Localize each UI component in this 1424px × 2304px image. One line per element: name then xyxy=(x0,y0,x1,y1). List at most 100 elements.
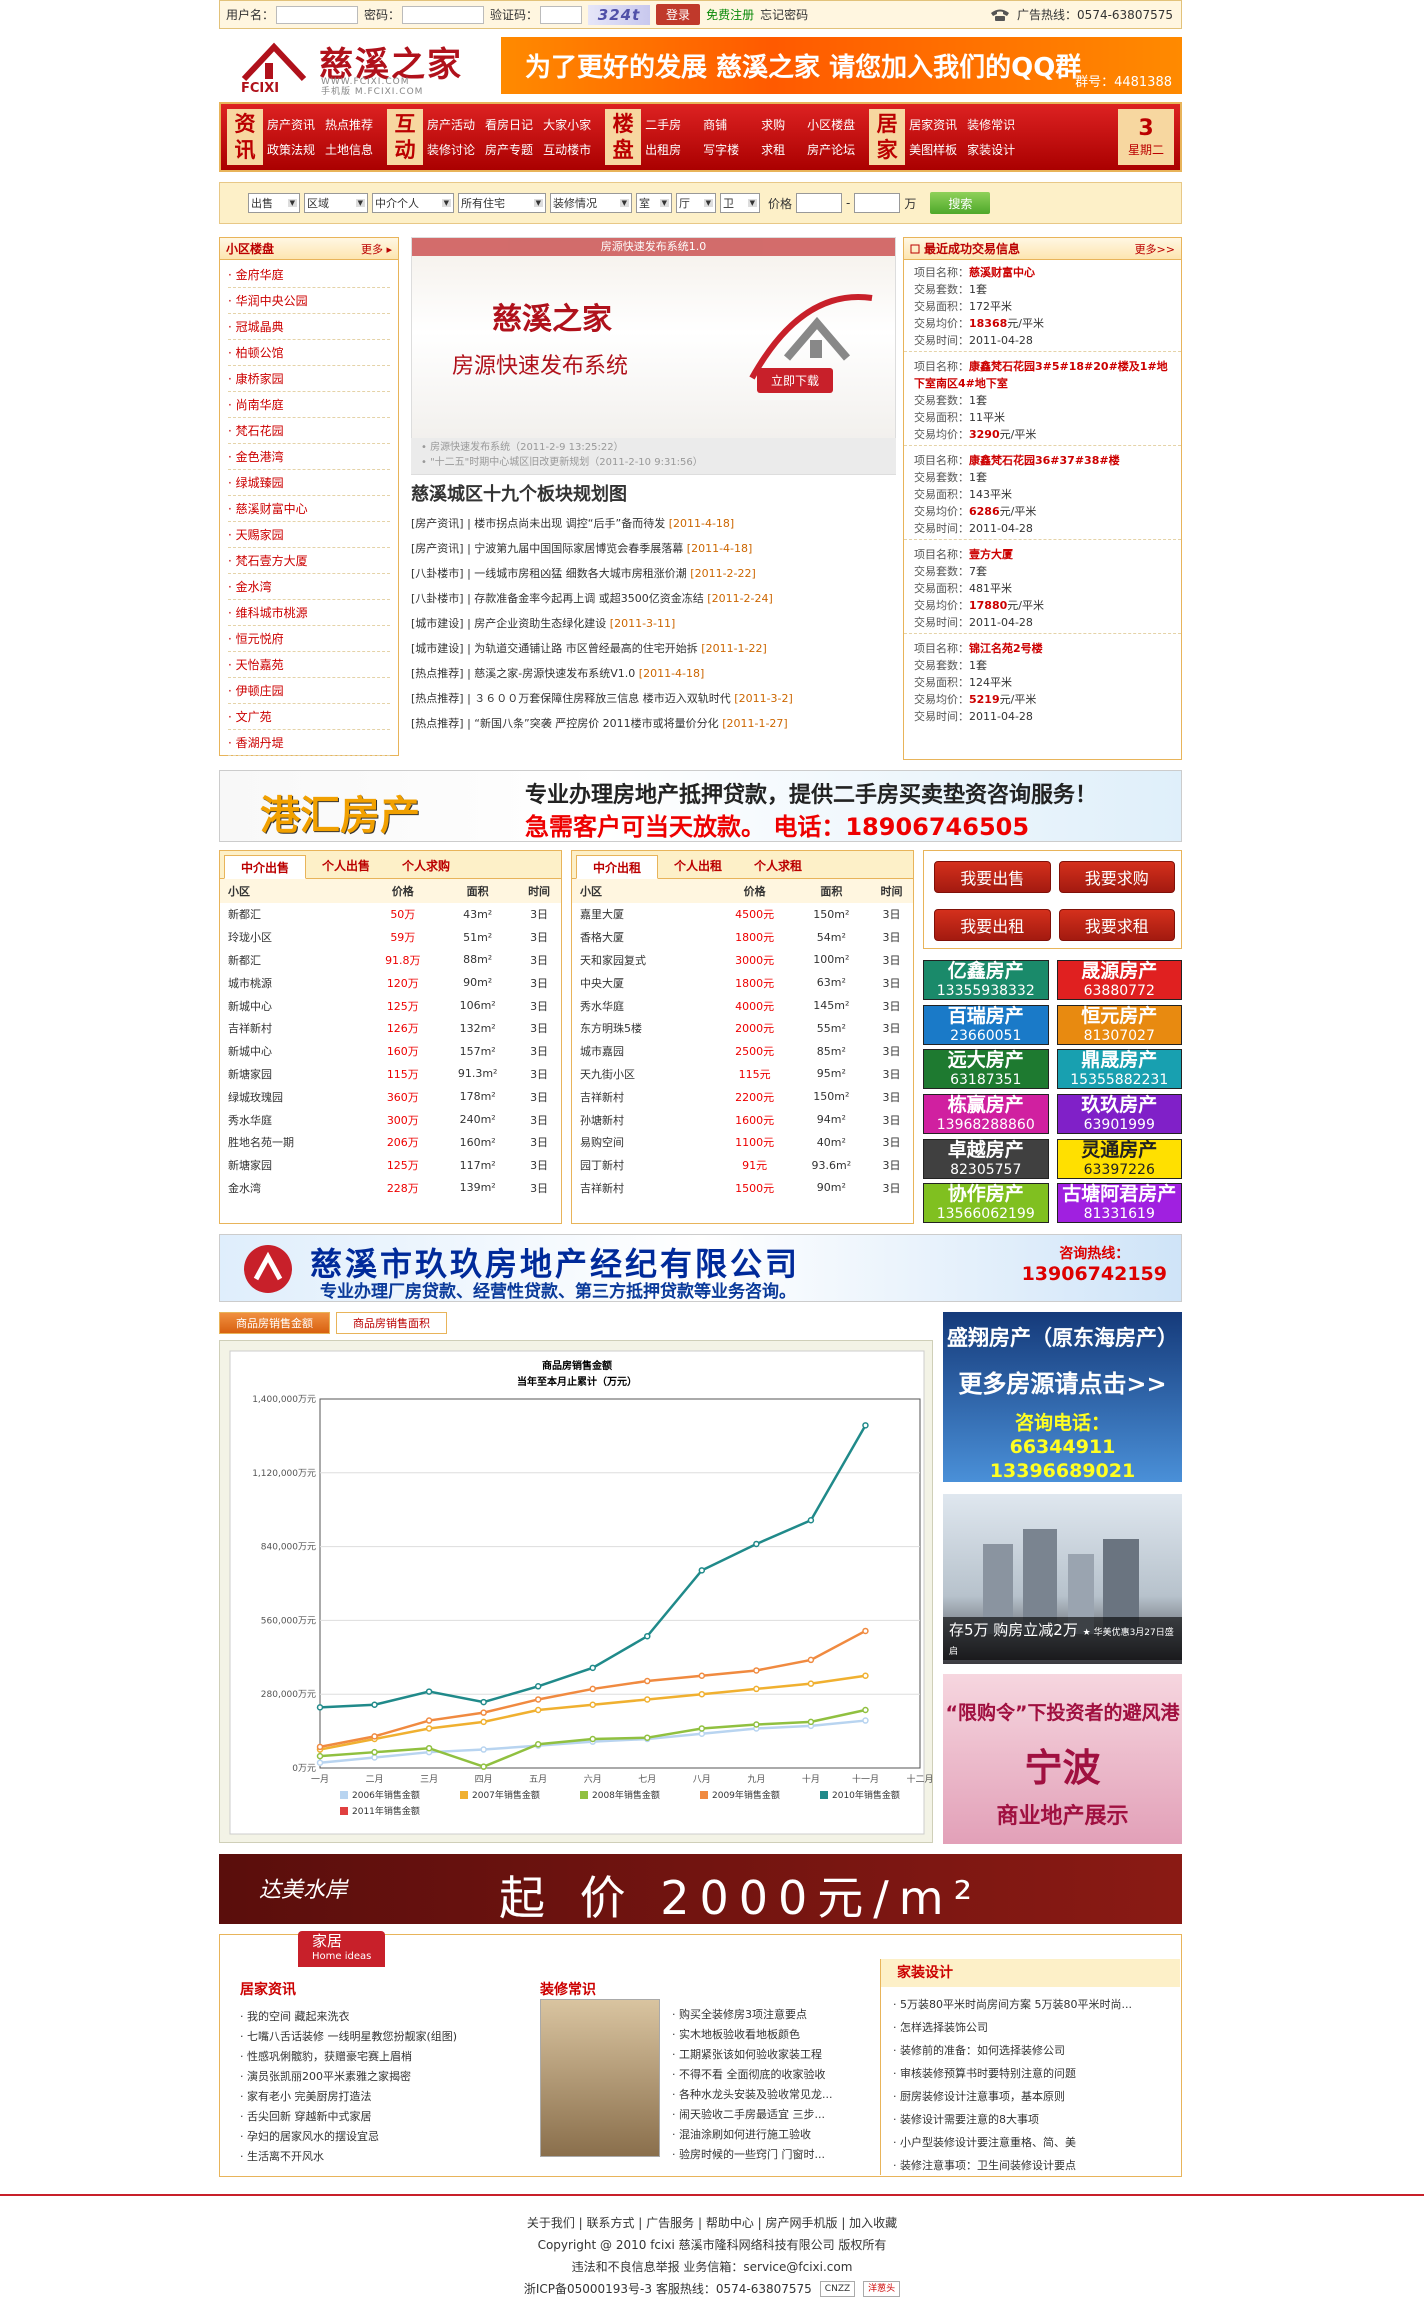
table-row[interactable]: 天和家园复式 3000元 100m² 3日 xyxy=(572,949,913,972)
estate-list-item[interactable]: 梵石花园 xyxy=(228,418,390,444)
tab-personal-buy[interactable]: 个人求购 xyxy=(386,854,466,878)
rent-seek-button[interactable]: 我要求租 xyxy=(1058,908,1175,941)
interior-image[interactable] xyxy=(540,1999,660,2157)
table-row[interactable]: 新城中心 125万 106m² 3日 xyxy=(220,994,561,1017)
cell-estate[interactable]: 东方明珠5楼 xyxy=(572,1017,717,1040)
nav-cat-home[interactable]: 居家 xyxy=(869,109,906,165)
cell-estate[interactable]: 新塘家园 xyxy=(220,1063,367,1086)
news-text[interactable]: 为轨道交通铺让路 市区曾经最高的住宅开始拆 xyxy=(474,642,698,655)
ningbo-commercial-ad[interactable]: “限购令”下投资者的避风港 宁波 商业地产展示 xyxy=(943,1674,1182,1844)
price-max-input[interactable] xyxy=(854,193,901,213)
nav-item[interactable]: 看房日记 xyxy=(485,116,533,133)
table-row[interactable]: 城市嘉园 2500元 85m² 3日 xyxy=(572,1040,913,1063)
news-item[interactable]: [八卦楼市] | 一线城市房租凶猛 细数各大城市房租涨价潮 [2011-2-22… xyxy=(411,561,896,586)
deals-more-link[interactable]: 更多>> xyxy=(1135,241,1175,257)
nav-item[interactable]: 大家小家 xyxy=(543,116,591,133)
footer-links[interactable]: 关于我们 | 联系方式 | 广告服务 | 帮助中心 | 房产网手机版 | 加入收… xyxy=(0,2212,1424,2234)
table-row[interactable]: 胜地名苑一期 206万 160m² 3日 xyxy=(220,1131,561,1154)
home-list-item[interactable]: 不得不看 全面彻底的收家验收 xyxy=(672,2065,833,2085)
estate-list-item[interactable]: 香湖丹堤 xyxy=(228,730,390,756)
agent-select[interactable]: 中介个人 xyxy=(372,193,454,213)
home-list-item[interactable]: 舌尖回新 穿越新中式家居 xyxy=(240,2107,457,2127)
cnzz-badge[interactable]: CNZZ xyxy=(819,2281,856,2297)
home-list-item[interactable]: 家有老小 完美厨房打造法 xyxy=(240,2087,457,2107)
home-list-item[interactable]: 各种水龙头安装及验收常见龙... xyxy=(672,2085,833,2105)
estate-list-item[interactable]: 金色港湾 xyxy=(228,444,390,470)
cell-estate[interactable]: 天九街小区 xyxy=(572,1063,717,1086)
cell-estate[interactable]: 吉祥新村 xyxy=(220,1017,367,1040)
table-row[interactable]: 新城中心 160万 157m² 3日 xyxy=(220,1040,561,1063)
agent-badge[interactable]: 恒元房产 81307027 xyxy=(1056,1004,1182,1045)
home-list-item[interactable]: 闹天验收二手房最适宜 三步... xyxy=(672,2105,833,2125)
room-select[interactable]: 室 xyxy=(636,193,672,213)
cell-estate[interactable]: 绿城玫瑰园 xyxy=(220,1085,367,1108)
home-list-item[interactable]: 装修注意事项：卫生间装修设计要点 xyxy=(893,2154,1180,2177)
news-text[interactable]: 慈溪之家-房源快速发布系统V1.0 xyxy=(474,667,635,680)
nav-item[interactable]: 求购 xyxy=(761,116,785,133)
home-list-item[interactable]: 怎样选择装饰公司 xyxy=(893,2016,1180,2039)
agent-badge[interactable]: 灵通房产 63397226 xyxy=(1056,1138,1182,1179)
nav-item[interactable]: 政策法规 xyxy=(267,141,315,158)
estate-list-item[interactable]: 康桥家园 xyxy=(228,366,390,392)
agent-badge[interactable]: 百瑞房产 23660051 xyxy=(923,1004,1049,1045)
deal-name[interactable]: 慈溪财富中心 xyxy=(969,266,1035,279)
building-ad[interactable]: 存5万 购房立减2万 ★ 华美优惠3月27日盛启 xyxy=(943,1494,1182,1664)
cell-estate[interactable]: 香格大厦 xyxy=(572,926,717,949)
nav-item[interactable]: 互动楼市 xyxy=(543,141,591,158)
yangcongtou-badge[interactable]: 洋葱头 xyxy=(863,2281,901,2297)
agent-badge[interactable]: 卓越房产 82305757 xyxy=(923,1138,1049,1179)
table-row[interactable]: 孙塘新村 1600元 94m² 3日 xyxy=(572,1108,913,1131)
cell-estate[interactable]: 嘉里大厦 xyxy=(572,903,717,926)
site-logo[interactable]: FCIXI 慈溪之家 WWW.FCIXI.COM 手机版 M.FCIXI.COM xyxy=(239,35,489,97)
cell-estate[interactable]: 金水湾 xyxy=(220,1177,367,1200)
download-button[interactable]: 立即下载 xyxy=(757,368,834,393)
cell-estate[interactable]: 中央大厦 xyxy=(572,971,717,994)
nav-item[interactable]: 土地信息 xyxy=(325,141,373,158)
table-row[interactable]: 新塘家园 115万 91.3m² 3日 xyxy=(220,1063,561,1086)
search-button[interactable]: 搜索 xyxy=(930,192,991,214)
sell-button[interactable]: 我要出售 xyxy=(934,861,1051,893)
table-row[interactable]: 园丁新村 91元 93.6m² 3日 xyxy=(572,1154,913,1177)
home-list-item[interactable]: 5万装80平米时尚房间方案 5万装80平米时尚... xyxy=(893,1993,1180,2016)
agent-badge[interactable]: 亿鑫房产 13355938332 xyxy=(923,960,1049,1000)
cell-estate[interactable]: 秀水华庭 xyxy=(572,994,717,1017)
nav-cat-property[interactable]: 楼盘 xyxy=(605,109,642,165)
tab-personal-seek[interactable]: 个人求租 xyxy=(738,854,818,878)
ganghui-banner[interactable]: 港汇房产 专业办理房地产抵押贷款，提供二手房买卖垫资咨询服务！ 急需客户可当天放… xyxy=(219,770,1182,842)
agent-badge[interactable]: 栋赢房产 13968288860 xyxy=(923,1093,1049,1134)
nav-item[interactable]: 写字楼 xyxy=(703,141,739,158)
strip-item[interactable]: • 房源快速发布系统（2011-2-9 13:25:22） xyxy=(421,440,886,455)
nav-cat-interact[interactable]: 互动 xyxy=(387,109,424,165)
table-row[interactable]: 易购空间 1100元 40m² 3日 xyxy=(572,1131,913,1154)
estate-list-item[interactable]: 恒元悦府 xyxy=(228,626,390,652)
news-text[interactable]: 楼市拐点尚未出现 调控“后手”备而待发 xyxy=(474,517,665,530)
nav-item[interactable]: 居家资讯 xyxy=(909,116,957,133)
home-list-item[interactable]: 实木地板验收看地板颜色 xyxy=(672,2025,833,2045)
table-row[interactable]: 吉祥新村 126万 132m² 3日 xyxy=(220,1017,561,1040)
estate-list-item[interactable]: 尚南华庭 xyxy=(228,392,390,418)
news-item[interactable]: [八卦楼市] | 存款准备金率今起再上调 或超3500亿资金冻结 [2011-2… xyxy=(411,586,896,611)
nav-item[interactable]: 商铺 xyxy=(703,116,739,133)
estate-list-item[interactable]: 绿城臻园 xyxy=(228,470,390,496)
type-select[interactable]: 出售 xyxy=(248,193,300,213)
cell-estate[interactable]: 孙塘新村 xyxy=(572,1108,717,1131)
tab-agent-rent[interactable]: 中介出租 xyxy=(576,855,659,879)
home-list-item[interactable]: 七嘴八舌话装修 一线明星教您扮靓家(组图) xyxy=(240,2027,457,2047)
nav-item[interactable]: 二手房 xyxy=(645,116,681,133)
news-item[interactable]: [房产资讯] | 楼市拐点尚未出现 调控“后手”备而待发 [2011-4-18] xyxy=(411,511,896,536)
cell-estate[interactable]: 新都汇 xyxy=(220,903,367,926)
estate-list-item[interactable]: 金府华庭 xyxy=(228,262,390,288)
news-item[interactable]: [热点推荐] | ３６００万套保障住房释放三信息 楼市迈入双轨时代 [2011-… xyxy=(411,686,896,711)
price-min-input[interactable] xyxy=(796,193,843,213)
table-row[interactable]: 新都汇 91.8万 88m² 3日 xyxy=(220,949,561,972)
cell-estate[interactable]: 新城中心 xyxy=(220,994,367,1017)
table-row[interactable]: 秀水华庭 4000元 145m² 3日 xyxy=(572,994,913,1017)
estate-list-item[interactable]: 天怡嘉苑 xyxy=(228,652,390,678)
cell-estate[interactable]: 天和家园复式 xyxy=(572,949,717,972)
cell-estate[interactable]: 新塘家园 xyxy=(220,1154,367,1177)
tab-sales-area[interactable]: 商品房销售面积 xyxy=(336,1312,447,1334)
table-row[interactable]: 天九街小区 115元 95m² 3日 xyxy=(572,1063,913,1086)
forgot-password-link[interactable]: 忘记密码 xyxy=(760,6,808,23)
estate-list-item[interactable]: 冠城晶典 xyxy=(228,314,390,340)
table-row[interactable]: 香格大厦 1800元 54m² 3日 xyxy=(572,926,913,949)
